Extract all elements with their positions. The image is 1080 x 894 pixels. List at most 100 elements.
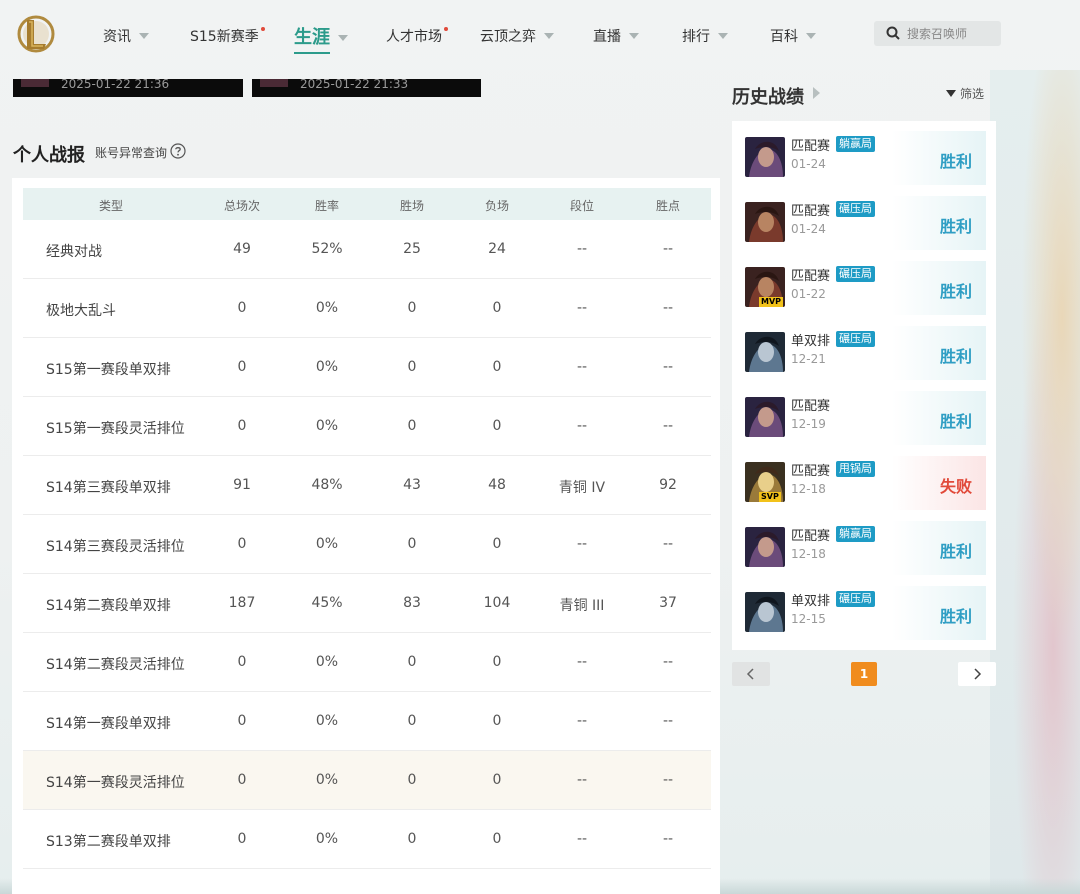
next-page-button[interactable] — [958, 662, 996, 686]
nav-item[interactable]: S15新赛季 — [190, 26, 265, 46]
match-item[interactable]: 单双排 碾压局 12-15 胜利 — [732, 584, 996, 642]
match-mode: 匹配赛 — [791, 529, 831, 544]
match-item[interactable]: 单双排 碾压局 12-21 胜利 — [732, 324, 996, 382]
table-cell: -- — [576, 654, 588, 670]
match-mode: 匹配赛 — [791, 139, 831, 154]
history-title[interactable]: 历史战绩 — [732, 83, 804, 109]
nav-item[interactable]: 排行 — [682, 26, 728, 46]
table-cell: 0% — [315, 536, 339, 552]
table-cell: 37 — [659, 595, 677, 611]
chevron-down-icon — [544, 33, 554, 39]
search-box[interactable]: 搜索召唤师 — [874, 21, 1001, 46]
top-nav: 资讯 S15新赛季 生涯 人才市场 云顶之弈 直播 排行 百科 搜索召唤师 — [0, 0, 1080, 72]
match-result: 胜利 — [892, 586, 986, 640]
column-header: 负场 — [484, 199, 510, 213]
table-cell: 经典对战 — [46, 244, 102, 260]
table-row[interactable]: S14第二赛段灵活排位 0 0% 0 0 -- -- — [23, 633, 711, 692]
chevron-down-icon — [338, 35, 348, 41]
table-row[interactable]: S14第一赛段灵活排位 0 0% 0 0 -- -- — [23, 751, 711, 810]
filter-icon — [946, 90, 956, 97]
chevron-down-icon — [139, 33, 149, 39]
nav-item[interactable]: 云顶之弈 — [480, 26, 554, 46]
table-row[interactable]: 极地大乱斗 0 0% 0 0 -- -- — [23, 279, 711, 338]
table-cell: 0% — [315, 713, 339, 729]
table-cell: 0 — [407, 418, 417, 434]
champion-avatar: MVP — [745, 267, 785, 307]
table-cell: S14第一赛段灵活排位 — [46, 775, 185, 791]
table-cell: 0 — [407, 300, 417, 316]
video-thumbnail[interactable]: 2025-01-22 21:36 — [13, 79, 243, 97]
video-thumbnail[interactable]: 2025-01-22 21:33 — [252, 79, 481, 97]
nav-item[interactable]: 资讯 — [103, 26, 149, 46]
table-cell: S14第二赛段单双排 — [46, 598, 171, 614]
table-cell: 0 — [407, 831, 417, 847]
table-cell: 0 — [237, 831, 247, 847]
prev-page-button[interactable] — [732, 662, 770, 686]
table-cell: 104 — [483, 595, 511, 611]
table-row[interactable]: 经典对战 49 52% 25 24 -- -- — [23, 220, 711, 279]
table-cell: 0 — [492, 831, 502, 847]
match-item[interactable]: 匹配赛 12-19 胜利 — [732, 389, 996, 447]
nav-item[interactable]: 百科 — [770, 26, 816, 46]
nav-item-label: 资讯 — [103, 29, 131, 45]
table-cell: S15第一赛段单双排 — [46, 362, 171, 378]
nav-item-label: 云顶之弈 — [480, 29, 536, 45]
champion-avatar — [745, 202, 785, 242]
page-current[interactable]: 1 — [851, 662, 877, 686]
match-date: 01-24 — [791, 157, 826, 171]
nav-item-label: 生涯 — [294, 27, 330, 48]
match-result: 失败 — [892, 456, 986, 510]
table-cell: 0 — [492, 536, 502, 552]
table-row[interactable]: S14第三赛段单双排 91 48% 43 48 青铜 IV 92 — [23, 456, 711, 515]
table-cell: 45% — [311, 595, 343, 611]
column-header: 胜场 — [399, 199, 425, 213]
match-item[interactable]: MVP 匹配赛 碾压局 01-22 胜利 — [732, 259, 996, 317]
nav-item[interactable]: 直播 — [593, 26, 639, 46]
table-cell: 43 — [403, 477, 421, 493]
table-cell: 0 — [237, 418, 247, 434]
champion-avatar — [745, 527, 785, 567]
table-cell: 青铜 III — [559, 598, 605, 614]
table-row[interactable]: S14第一赛段单双排 0 0% 0 0 -- -- — [23, 692, 711, 751]
match-tag: 甩锅局 — [836, 461, 875, 477]
match-mode: 匹配赛 — [791, 399, 831, 414]
match-item[interactable]: 匹配赛 碾压局 01-24 胜利 — [732, 194, 996, 252]
table-row[interactable]: S15第一赛段灵活排位 0 0% 0 0 -- -- — [23, 397, 711, 456]
table-cell: 0 — [237, 300, 247, 316]
table-row[interactable]: S13第二赛段单双排 0 0% 0 0 -- -- — [23, 810, 711, 869]
lol-logo-icon[interactable] — [17, 14, 55, 54]
search-input[interactable]: 搜索召唤师 — [907, 25, 967, 42]
table-cell: 92 — [659, 477, 677, 493]
match-result: 胜利 — [892, 521, 986, 575]
table-cell: 0% — [315, 418, 339, 434]
mvp-badge: SVP — [759, 492, 781, 502]
table-row[interactable]: S14第三赛段灵活排位 0 0% 0 0 -- -- — [23, 515, 711, 574]
match-item[interactable]: SVP 匹配赛 甩锅局 12-18 失败 — [732, 454, 996, 512]
table-cell: S14第一赛段单双排 — [46, 716, 171, 732]
match-item[interactable]: 匹配赛 躺赢局 01-24 胜利 — [732, 129, 996, 187]
table-cell: 0% — [315, 772, 339, 788]
table-row[interactable]: S14第二赛段单双排 187 45% 83 104 青铜 III 37 — [23, 574, 711, 633]
stats-table: 类型 总场次 胜率 胜场 负场 段位 胜点 经典对战 49 52% 25 24 -- -- 极地大乱斗 0 0… — [12, 178, 720, 894]
champion-avatar — [745, 397, 785, 437]
chevron-right-icon[interactable] — [813, 87, 820, 99]
account-abnormal-link[interactable]: 账号异常查询 — [95, 144, 167, 161]
match-item[interactable]: 匹配赛 躺赢局 12-18 胜利 — [732, 519, 996, 577]
table-cell: S13第二赛段单双排 — [46, 834, 171, 850]
new-dot-icon — [260, 27, 265, 31]
match-date: 01-22 — [791, 287, 826, 301]
table-cell: 0% — [315, 359, 339, 375]
table-cell: 0% — [315, 831, 339, 847]
table-row[interactable]: S15第一赛段单双排 0 0% 0 0 -- -- — [23, 338, 711, 397]
table-cell: 48% — [311, 477, 343, 493]
table-cell: -- — [662, 418, 674, 434]
thumbnail-date: 2025-01-22 21:36 — [61, 79, 170, 91]
match-mode: 匹配赛 — [791, 464, 831, 479]
help-icon[interactable] — [170, 143, 186, 159]
filter-button[interactable]: 筛选 — [946, 85, 984, 102]
table-cell: 24 — [488, 241, 506, 257]
column-header: 类型 — [98, 199, 124, 213]
nav-item[interactable]: 生涯 — [294, 23, 348, 54]
nav-item[interactable]: 人才市场 — [386, 26, 448, 46]
chevron-left-icon — [746, 668, 754, 680]
